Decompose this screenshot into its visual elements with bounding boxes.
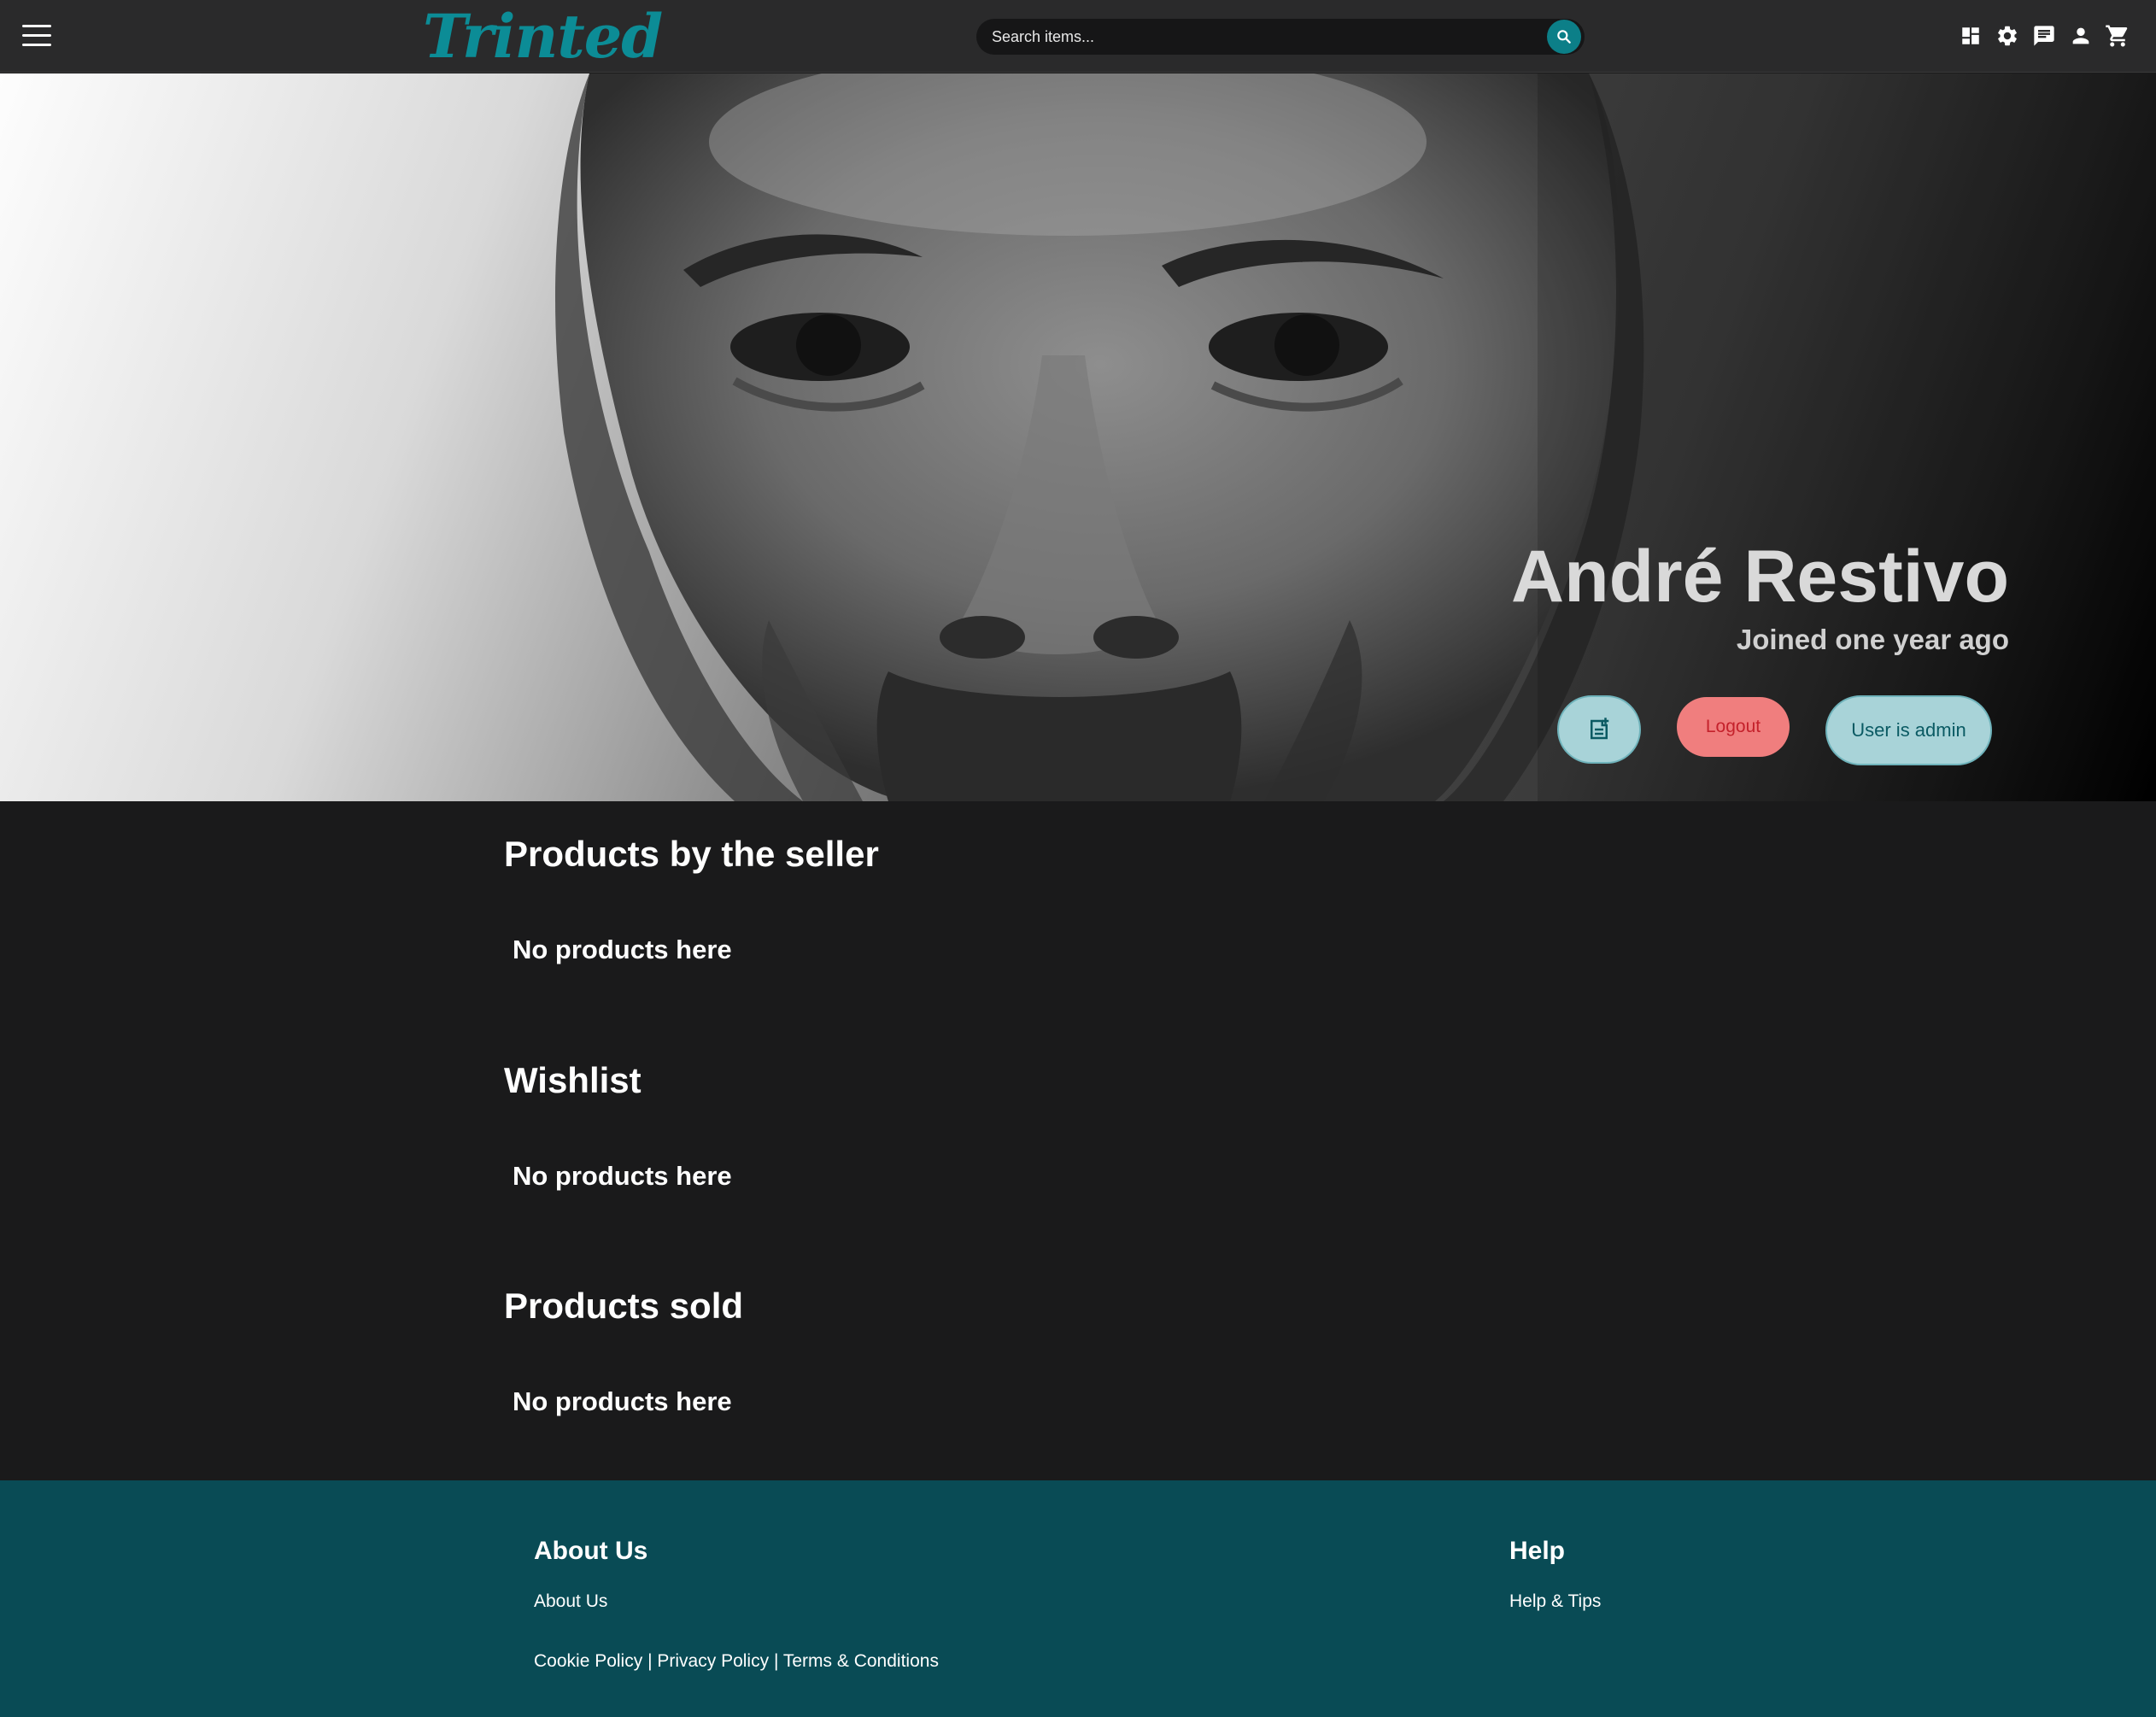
top-navbar: Trinted — [0, 0, 2156, 73]
cookie-policy-link[interactable]: Cookie Policy — [534, 1651, 642, 1671]
empty-state-wishlist: No products here — [513, 1161, 732, 1191]
search-icon — [1557, 30, 1571, 44]
section-title-wishlist: Wishlist — [504, 1060, 642, 1100]
menu-icon[interactable] — [22, 25, 51, 47]
logout-button[interactable]: Logout — [1677, 697, 1790, 757]
empty-state-products-sold: No products here — [513, 1386, 732, 1416]
cart-icon[interactable] — [2105, 23, 2130, 49]
profile-photo — [555, 73, 2156, 801]
profile-banner: André Restivo Joined one year ago Logout… — [0, 73, 2156, 801]
empty-state-seller-products: No products here — [513, 935, 732, 964]
privacy-policy-link[interactable]: Privacy Policy — [657, 1651, 769, 1671]
footer-policy-links: Cookie Policy | Privacy Policy | Terms &… — [534, 1651, 939, 1672]
edit-profile-button[interactable] — [1557, 695, 1641, 764]
site-footer: About Us About Us Cookie Policy | Privac… — [0, 1480, 2156, 1717]
edit-document-icon — [1591, 718, 1609, 740]
search-button[interactable] — [1547, 20, 1581, 54]
footer-separator: | — [773, 1651, 779, 1671]
search-bar — [976, 19, 1585, 55]
dashboard-icon[interactable] — [1958, 23, 1983, 49]
section-title-seller-products: Products by the seller — [504, 834, 879, 874]
gear-icon[interactable] — [1995, 23, 2020, 49]
terms-link[interactable]: Terms & Conditions — [783, 1651, 939, 1671]
search-input[interactable] — [992, 19, 1504, 55]
footer-help-link[interactable]: Help & Tips — [1509, 1591, 1601, 1612]
footer-separator: | — [647, 1651, 653, 1671]
footer-help-heading: Help — [1509, 1537, 1566, 1565]
footer-about-link[interactable]: About Us — [534, 1591, 607, 1612]
profile-joined-date: Joined one year ago — [1736, 624, 2009, 655]
user-icon[interactable] — [2068, 23, 2094, 49]
site-logo[interactable]: Trinted — [423, 0, 663, 73]
section-title-products-sold: Products sold — [504, 1286, 744, 1326]
chat-icon[interactable] — [2031, 23, 2057, 49]
nav-icons — [1958, 21, 2130, 51]
footer-about-heading: About Us — [534, 1537, 648, 1565]
profile-name: André Restivo — [1510, 536, 2009, 618]
admin-badge-button[interactable]: User is admin — [1825, 695, 1992, 765]
